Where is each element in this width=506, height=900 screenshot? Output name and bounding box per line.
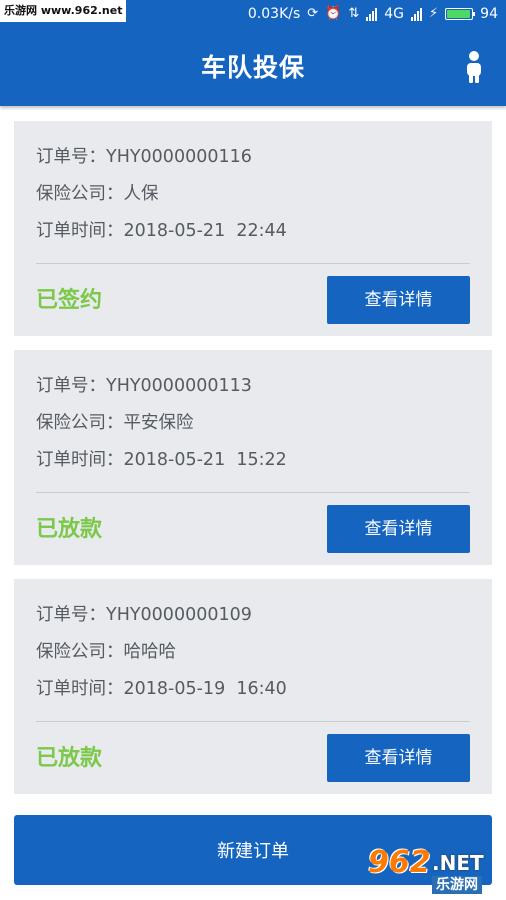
card-divider [36,492,470,493]
network-speed: 0.03K/s [247,6,301,22]
order-number: 订单号：YHY0000000116 [36,147,252,167]
order-status: 已放款 [36,517,103,542]
view-details-button[interactable]: 查看详情 [327,505,470,553]
status-bar: 乐游网 www.962.net 0.03K/s ⟳ ⏰ ⇅ 4G ⚡ 94 [0,0,506,28]
watermark-text: 乐游网 www.962.net [0,0,127,22]
sync-icon: ⟳ [307,6,319,21]
app-header: 乐游网 www.962.net 0.03K/s ⟳ ⏰ ⇅ 4G ⚡ 94 车队… [0,0,506,106]
insurance-company: 保险公司：平安保险 [36,413,194,433]
user-icon[interactable] [464,50,484,84]
view-details-button[interactable]: 查看详情 [327,276,470,324]
watermark-suffix: .NET [432,851,484,875]
order-status: 已签约 [36,288,103,313]
watermark-logo: 962 .NET 乐游网 [368,844,500,896]
page-title: 车队投保 [200,53,305,82]
order-number: 订单号：YHY0000000109 [36,605,252,625]
battery-icon [445,8,476,20]
insurance-company: 保险公司：哈哈哈 [36,642,176,662]
order-list: 订单号：YHY0000000116 保险公司：人保 订单时间：2018-05-2… [14,121,492,808]
watermark-number: 962 [368,845,431,880]
order-card: 订单号：YHY0000000109 保险公司：哈哈哈 订单时间：2018-05-… [14,579,492,794]
card-divider [36,721,470,722]
signal-icon-2 [411,7,423,21]
insurance-company: 保险公司：人保 [36,184,159,204]
watermark-site: 乐游网 [432,876,482,894]
battery-percent: 94 [480,6,498,22]
order-time: 订单时间：2018-05-19 16:40 [36,679,287,699]
order-status: 已放款 [36,746,103,771]
status-bar-right: 0.03K/s ⟳ ⏰ ⇅ 4G ⚡ 94 [248,0,498,28]
network-type: 4G [384,6,405,22]
order-info: 订单号：YHY0000000116 保险公司：人保 订单时间：2018-05-2… [36,143,470,254]
alarm-icon: ⏰ [325,6,342,21]
order-number: 订单号：YHY0000000113 [36,376,252,396]
signal-icon [366,7,378,21]
charging-icon: ⚡ [429,6,439,21]
card-divider [36,263,470,264]
order-time: 订单时间：2018-05-21 22:44 [36,221,287,241]
battery-fill [447,10,470,18]
order-card: 订单号：YHY0000000113 保险公司：平安保险 订单时间：2018-05… [14,350,492,565]
order-card: 订单号：YHY0000000116 保险公司：人保 订单时间：2018-05-2… [14,121,492,336]
order-time: 订单时间：2018-05-21 15:22 [36,450,287,470]
order-info: 订单号：YHY0000000113 保险公司：平安保险 订单时间：2018-05… [36,372,470,483]
order-info: 订单号：YHY0000000109 保险公司：哈哈哈 订单时间：2018-05-… [36,601,470,712]
view-details-button[interactable]: 查看详情 [327,734,470,782]
data-transfer-icon: ⇅ [348,6,360,21]
